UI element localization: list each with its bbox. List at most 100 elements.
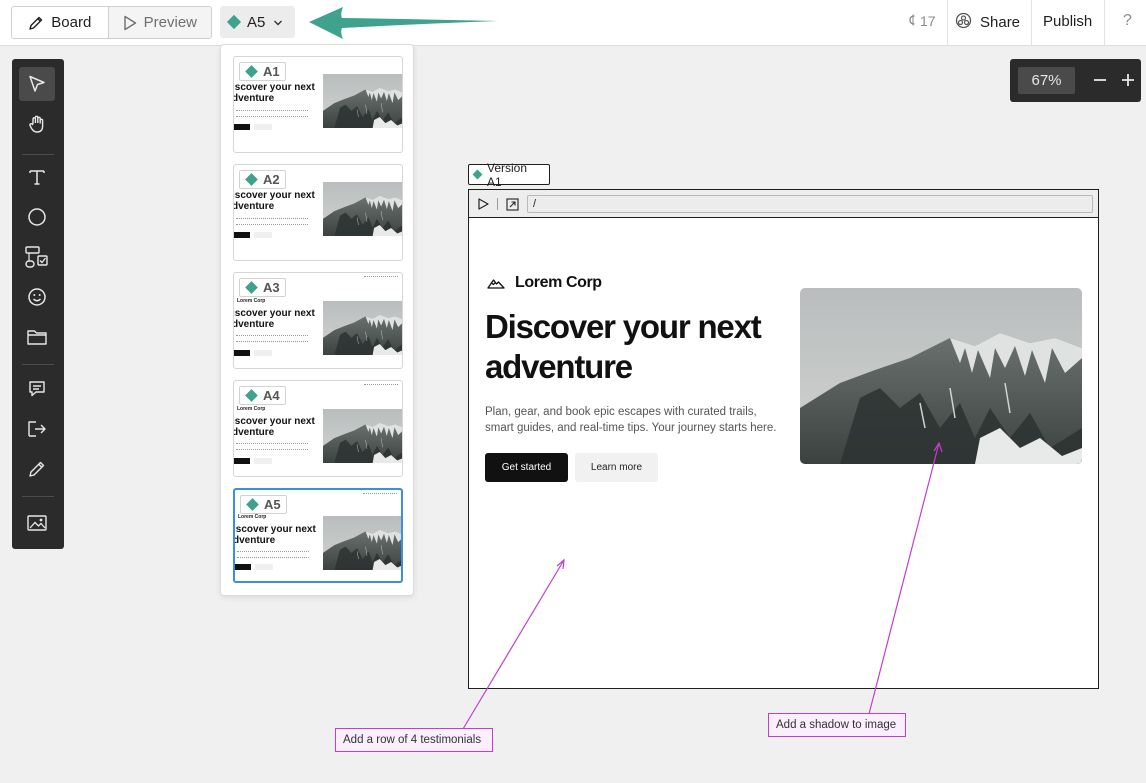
thumb-text-lines	[236, 110, 308, 117]
annotation-note-testimonials[interactable]: Add a row of 4 testimonials	[335, 728, 493, 752]
open-external-icon	[505, 197, 519, 211]
thumb-text-lines	[236, 218, 308, 225]
credits-value: 17	[920, 13, 936, 29]
frame-label[interactable]: Version A1	[468, 161, 550, 189]
version-dropdown-label: A5	[247, 13, 266, 31]
thumb-hero-image	[323, 301, 402, 355]
thumb-nav	[363, 493, 397, 495]
share-icon	[955, 12, 972, 33]
version-thumbnail-a1[interactable]: iscover your next dventure A1	[233, 56, 403, 153]
thumb-primary-button	[234, 458, 250, 464]
version-diamond-icon	[245, 281, 258, 294]
credits-icon	[908, 13, 916, 29]
thumb-secondary-button	[255, 564, 273, 570]
thumb-secondary-button	[254, 232, 272, 238]
thumb-secondary-button	[254, 458, 272, 464]
board-button[interactable]: Board	[12, 7, 109, 38]
image-tool[interactable]	[19, 506, 55, 540]
thumb-headline: dventure	[233, 427, 275, 438]
pen-tool[interactable]	[19, 452, 55, 486]
version-dropdown[interactable]: A5	[220, 6, 295, 38]
annotation-note-shadow[interactable]: Add a shadow to image	[768, 713, 906, 737]
thumb-hero-image	[323, 409, 402, 463]
version-diamond-icon	[245, 389, 258, 402]
get-started-button[interactable]: Get started	[485, 453, 568, 482]
help-button[interactable]: ?	[1123, 12, 1132, 30]
pencil-icon	[29, 461, 45, 477]
share-button[interactable]: Share	[955, 12, 1020, 33]
version-label: A5	[264, 497, 281, 512]
hand-tool[interactable]	[19, 107, 55, 141]
publish-button[interactable]: Publish	[1043, 13, 1092, 30]
thumb-hero-image	[323, 74, 402, 128]
version-thumbnail-a2[interactable]: iscover your next dventure A2	[233, 164, 403, 261]
minus-icon	[1094, 79, 1106, 81]
site-brand-name: Lorem Corp	[515, 274, 602, 291]
thumb-secondary-button	[254, 124, 272, 130]
version-badge: A2	[239, 170, 286, 189]
hero-image[interactable]	[800, 288, 1082, 464]
version-diamond-icon	[226, 14, 242, 30]
text-tool[interactable]	[19, 160, 55, 194]
url-field[interactable]: /	[527, 195, 1093, 213]
thumb-text-lines	[236, 443, 308, 450]
play-frame-button[interactable]	[475, 196, 491, 212]
learn-more-button[interactable]: Learn more	[575, 453, 658, 482]
version-thumbnail-a5[interactable]: Lorem Corp iscover your next dventure A5	[233, 488, 403, 583]
credits-counter: 17	[908, 13, 936, 29]
image-icon	[27, 515, 47, 531]
select-tool[interactable]	[19, 67, 55, 101]
play-icon	[478, 198, 489, 210]
divider	[497, 198, 498, 210]
tool-rail	[12, 59, 64, 549]
emoji-tool[interactable]	[19, 280, 55, 314]
cursor-icon	[29, 75, 45, 92]
version-diamond-icon	[246, 498, 259, 511]
thumb-brand: Lorem Corp	[237, 406, 266, 412]
thumb-primary-button	[234, 124, 250, 130]
version-diamond-icon	[245, 173, 258, 186]
version-thumbnail-a4[interactable]: Lorem Corp iscover your next dventure A4	[233, 380, 403, 477]
version-diamond-icon	[245, 65, 258, 78]
export-icon	[28, 421, 46, 437]
design-frame[interactable]: / Lorem Corp Discover your next adventur…	[468, 189, 1099, 689]
hero-description: Plan, gear, and book epic escapes with c…	[485, 406, 777, 434]
ellipse-tool[interactable]	[19, 200, 55, 234]
thumb-hero-image	[323, 182, 402, 236]
pencil-icon	[28, 15, 44, 31]
thumb-headline: iscover your next	[233, 524, 316, 535]
thumb-secondary-button	[254, 350, 272, 356]
site-logo[interactable]: Lorem Corp	[487, 274, 602, 292]
zoom-in-button[interactable]	[1117, 69, 1139, 91]
open-frame-button[interactable]	[504, 196, 520, 212]
components-tool[interactable]	[19, 240, 55, 274]
hero-headline: Discover your next adventure	[485, 308, 762, 385]
thumb-primary-button	[235, 564, 251, 570]
version-diamond-icon	[472, 169, 483, 180]
thumb-nav	[364, 276, 398, 278]
divider	[947, 0, 948, 46]
thumb-headline: dventure	[233, 319, 275, 330]
folder-tool[interactable]	[19, 320, 55, 354]
frame-label-text: Version A1	[487, 160, 528, 189]
pointer-arrow-icon	[309, 7, 498, 39]
thumb-primary-button	[234, 350, 250, 356]
version-dropdown-panel: iscover your next dventure A1 iscover yo…	[220, 44, 414, 596]
text-icon	[29, 170, 45, 185]
divider	[1104, 0, 1105, 46]
view-mode-toggle: Board Preview	[11, 6, 212, 39]
version-badge: A1	[239, 62, 286, 81]
zoom-level[interactable]: 67%	[1018, 67, 1075, 94]
version-badge: A3	[239, 278, 286, 297]
export-tool[interactable]	[19, 412, 55, 446]
preview-button[interactable]: Preview	[109, 7, 211, 38]
thumb-brand: Lorem Corp	[237, 298, 266, 304]
comment-tool[interactable]	[19, 372, 55, 406]
thumb-text-lines	[236, 335, 308, 342]
play-icon	[123, 15, 137, 31]
thumb-primary-button	[234, 232, 250, 238]
version-thumbnail-a3[interactable]: Lorem Corp iscover your next dventure A3	[233, 272, 403, 369]
zoom-out-button[interactable]	[1089, 69, 1111, 91]
plus-icon	[1122, 74, 1134, 86]
thumb-headline: iscover your next	[233, 416, 315, 427]
